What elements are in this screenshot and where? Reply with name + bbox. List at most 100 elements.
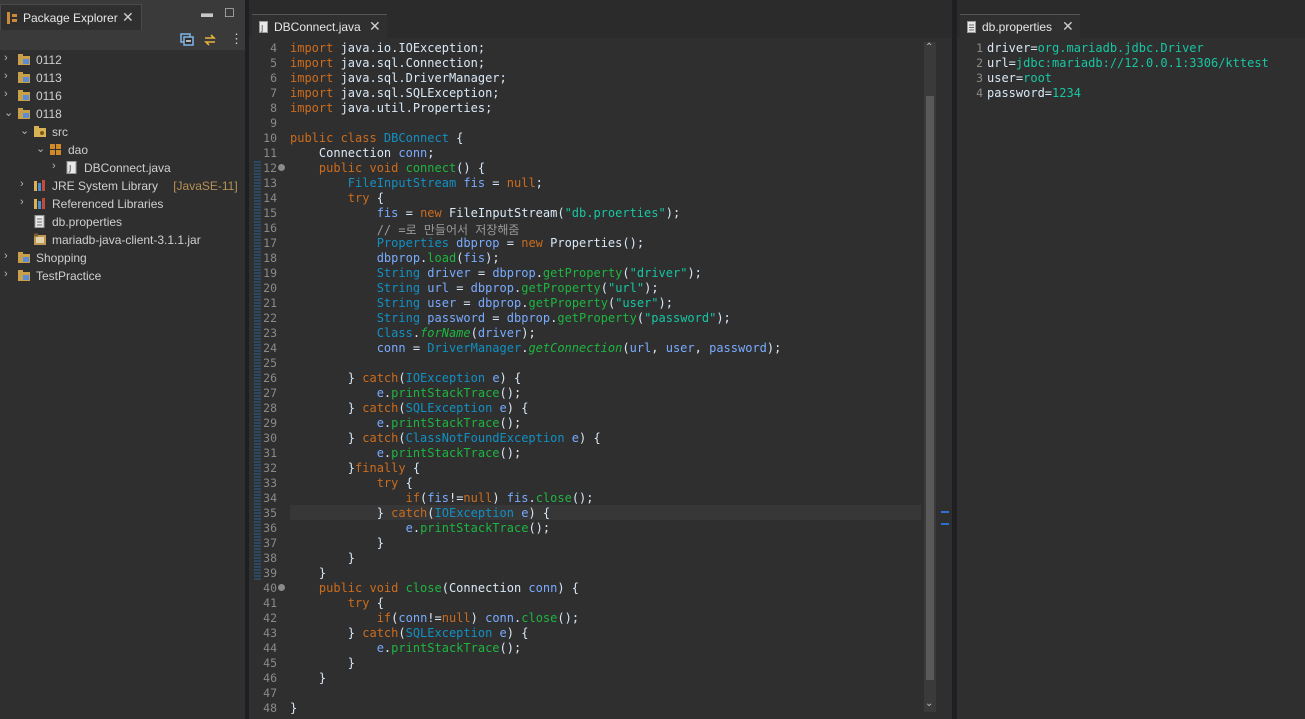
code-line: import java.sql.Connection;: [290, 56, 486, 70]
library-icon: [34, 198, 45, 209]
editor-tabbar: db.properties ✕: [957, 0, 1305, 39]
file-icon: [34, 215, 45, 228]
code-line: try {: [290, 596, 384, 610]
maximize-icon[interactable]: ☐: [224, 6, 235, 20]
tab-label: db.properties: [982, 20, 1053, 34]
project-icon: [18, 252, 30, 263]
tab-package-explorer[interactable]: Package Explorer ✕: [0, 4, 142, 31]
minimize-icon[interactable]: ▬: [201, 6, 213, 20]
code-line: url=jdbc:mariadb://12.0.0.1:3306/kttest: [987, 56, 1269, 70]
code-line: Connection conn;: [290, 146, 435, 160]
line-number: 46: [263, 671, 277, 685]
scroll-down-icon[interactable]: ⌄: [925, 698, 933, 709]
explorer-toolbar: ⋮: [0, 30, 245, 50]
tree-item-label: db.properties: [52, 215, 123, 229]
chevron-down-icon[interactable]: ⌄: [36, 142, 46, 155]
java-file-icon: J: [259, 21, 268, 33]
fold-toggle-icon[interactable]: [278, 584, 285, 591]
chevron-right-icon[interactable]: ›: [52, 160, 62, 172]
chevron-right-icon[interactable]: ›: [20, 178, 30, 190]
collapse-all-icon[interactable]: [180, 33, 194, 47]
tree-item-label: 0112: [36, 53, 62, 67]
code-line: if(conn!=null) conn.close();: [290, 611, 580, 625]
code-line: String url = dbprop.getProperty("url");: [290, 281, 659, 295]
code-line: dbprop.load(fis);: [290, 251, 500, 265]
code-area[interactable]: 1 driver=org.mariadb.jdbc.Driver 2 url=jdbc…: [957, 38, 1305, 719]
chevron-right-icon[interactable]: ›: [4, 70, 14, 82]
code-line: public void close(Connection conn) {: [290, 581, 580, 595]
line-number: 7: [270, 86, 277, 100]
code-line: try {: [290, 191, 384, 205]
fold-toggle-icon[interactable]: [278, 164, 285, 171]
close-icon[interactable]: ✕: [1062, 18, 1074, 35]
code-line: conn = DriverManager.getConnection(url, …: [290, 341, 782, 355]
line-number: 3: [976, 71, 983, 85]
line-number: 42: [263, 611, 277, 625]
chevron-down-icon[interactable]: ⌄: [4, 106, 14, 119]
code-line: e.printStackTrace();: [290, 641, 522, 655]
java-file-icon: J: [66, 161, 77, 174]
code-line: } catch(SQLException e) {: [290, 401, 529, 415]
line-number: 4: [976, 86, 983, 100]
code-line: Properties dbprop = new Properties();: [290, 236, 645, 250]
tab-dbconnect-java[interactable]: J DBConnect.java ✕: [252, 14, 387, 39]
svg-text:J: J: [68, 164, 71, 173]
properties-file-icon: [967, 21, 976, 33]
explorer-tabbar: Package Explorer ✕ ▬ ☐: [0, 0, 245, 31]
line-number: 1: [976, 41, 983, 55]
code-line: }: [290, 671, 327, 685]
code-line: }: [290, 551, 356, 565]
line-number: 10: [263, 131, 277, 145]
chevron-right-icon[interactable]: ›: [4, 88, 14, 100]
tree-item-label: Referenced Libraries: [52, 197, 164, 211]
line-number: 2: [976, 56, 983, 70]
tree-item-label: 0116: [36, 89, 62, 103]
overview-marker[interactable]: [941, 511, 949, 513]
code-line: fis = new FileInputStream("db.proerties"…: [290, 206, 681, 220]
code-line: e.printStackTrace();: [290, 446, 522, 460]
code-line: e.printStackTrace();: [290, 386, 522, 400]
code-line: }: [290, 656, 356, 670]
view-menu-icon[interactable]: ⋮: [230, 31, 243, 47]
scroll-up-icon[interactable]: ⌃: [925, 42, 933, 53]
code-area[interactable]: 4 import java.io.IOException; 5 import java…: [249, 38, 921, 719]
tree-item-label: 0113: [36, 71, 62, 85]
code-line: } catch(ClassNotFoundException e) {: [290, 431, 601, 445]
code-line: e.printStackTrace();: [290, 416, 522, 430]
close-icon[interactable]: ✕: [369, 18, 381, 35]
line-number: 44: [263, 641, 277, 655]
line-number: 43: [263, 626, 277, 640]
chevron-right-icon[interactable]: ›: [4, 52, 14, 64]
overview-marker[interactable]: [941, 523, 949, 525]
tab-label: Package Explorer: [23, 11, 118, 25]
editor-dbconnect: J DBConnect.java ✕ 4 import java.io.IOExc…: [249, 0, 952, 719]
line-number: 48: [263, 701, 277, 715]
vertical-scrollbar[interactable]: ⌃ ⌄: [924, 42, 936, 712]
chevron-down-icon[interactable]: ⌄: [20, 124, 30, 137]
chevron-right-icon[interactable]: ›: [20, 196, 30, 208]
line-number: 40: [263, 581, 277, 595]
tree-item-label: JRE System Library: [52, 179, 159, 193]
scrollbar-thumb[interactable]: [926, 96, 934, 680]
link-with-editor-icon[interactable]: [203, 33, 217, 47]
jar-icon: [34, 233, 46, 245]
chevron-right-icon[interactable]: ›: [4, 268, 14, 280]
package-explorer-icon: [7, 12, 17, 24]
line-number: 41: [263, 596, 277, 610]
tab-db-properties[interactable]: db.properties ✕: [960, 14, 1080, 39]
code-line: user=root: [987, 71, 1053, 85]
code-line: public void connect() {: [290, 161, 486, 175]
tree-item-decoration: [JavaSE-11]: [173, 179, 238, 193]
close-icon[interactable]: ✕: [122, 9, 134, 26]
project-icon: [18, 72, 30, 83]
code-line: e.printStackTrace();: [290, 521, 551, 535]
tree-item-label: dao: [68, 143, 89, 157]
chevron-right-icon[interactable]: ›: [4, 250, 14, 262]
line-number: 6: [270, 71, 277, 85]
line-number: 47: [263, 686, 277, 700]
code-line: import java.sql.DriverManager;: [290, 71, 507, 85]
package-icon: [50, 144, 61, 155]
tree-item-label: src: [52, 125, 68, 139]
change-marker-bar: [254, 161, 261, 581]
code-line: }: [290, 701, 298, 715]
